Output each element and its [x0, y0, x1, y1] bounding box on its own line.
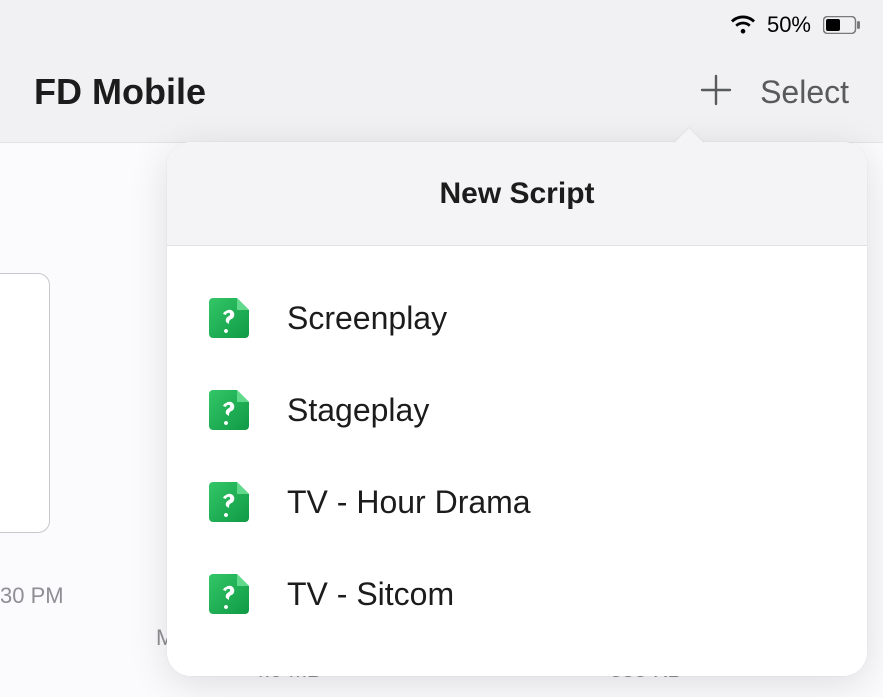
popover-title: New Script	[439, 177, 594, 211]
header-toolbar: FD Mobile Select	[0, 56, 883, 128]
script-type-tv-sitcom[interactable]: TV - Sitcom	[167, 548, 867, 640]
add-button[interactable]	[696, 72, 736, 112]
popover-header: New Script	[167, 142, 867, 246]
battery-icon	[823, 16, 861, 34]
script-file-icon	[207, 386, 255, 434]
script-type-label: Screenplay	[287, 300, 447, 337]
script-type-screenplay[interactable]: Screenplay	[167, 272, 867, 364]
script-file-icon	[207, 478, 255, 526]
script-type-tv-hour-drama[interactable]: TV - Hour Drama	[167, 456, 867, 548]
wifi-icon	[729, 14, 757, 36]
script-file-icon	[207, 294, 255, 342]
script-type-label: Stageplay	[287, 392, 429, 429]
document-modified-time: 30 PM	[0, 583, 64, 609]
script-type-label: TV - Sitcom	[287, 576, 454, 613]
new-script-popover: New Script Screenplay	[167, 142, 867, 676]
popover-list: Screenplay Stageplay TV - Hour Drama	[167, 246, 867, 676]
document-thumbnail[interactable]	[0, 273, 50, 533]
plus-icon	[700, 74, 732, 111]
select-button[interactable]: Select	[760, 74, 849, 111]
battery-percent: 50%	[767, 12, 811, 38]
script-type-label: TV - Hour Drama	[287, 484, 531, 521]
popover-caret	[673, 128, 705, 144]
script-type-stageplay[interactable]: Stageplay	[167, 364, 867, 456]
script-file-icon	[207, 570, 255, 618]
status-bar: 50%	[729, 12, 861, 38]
page-title: FD Mobile	[34, 71, 206, 113]
